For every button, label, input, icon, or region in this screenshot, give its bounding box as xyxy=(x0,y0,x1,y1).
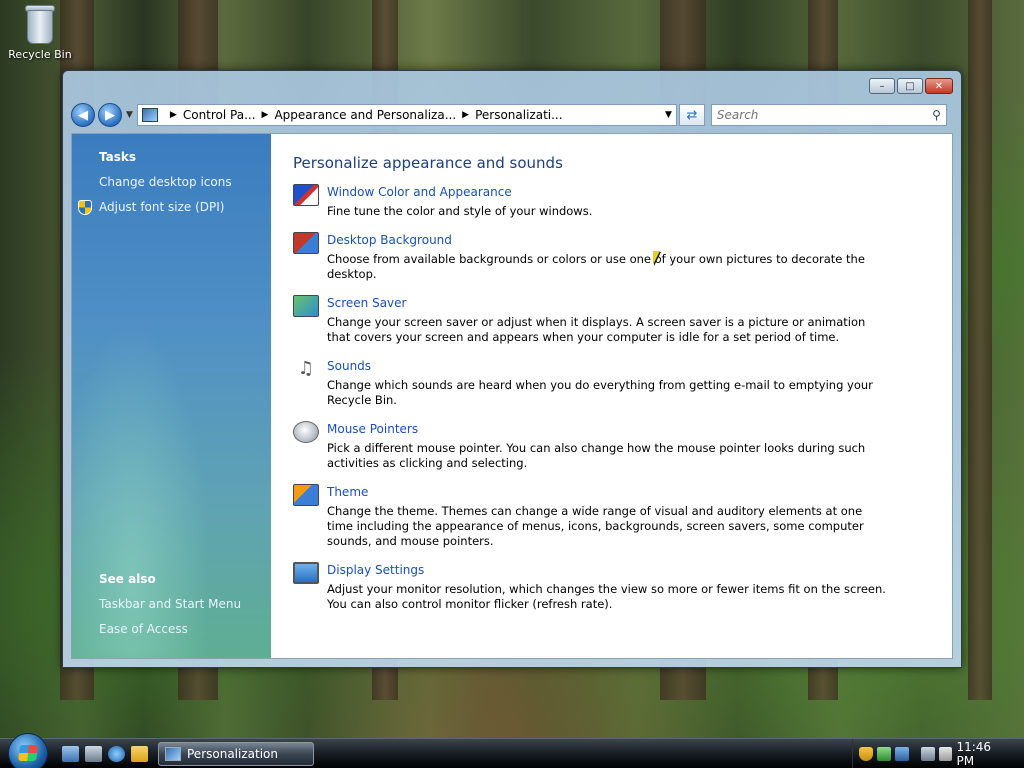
window-color-link[interactable]: Window Color and Appearance xyxy=(327,184,887,200)
recycle-bin-desktop-icon[interactable]: Recycle Bin xyxy=(6,2,74,61)
theme-icon xyxy=(293,484,319,506)
list-item: Display Settings Adjust your monitor res… xyxy=(293,562,952,612)
main-panel: Personalize appearance and sounds Window… xyxy=(271,134,952,658)
breadcrumb-personalization[interactable]: Personalizati... xyxy=(475,108,562,122)
windows-logo-icon xyxy=(18,745,38,761)
maximize-button[interactable]: □ xyxy=(897,78,923,94)
control-panel-icon xyxy=(141,108,158,122)
theme-link[interactable]: Theme xyxy=(327,484,887,500)
taskbar: Personalization 11:46 PM xyxy=(0,733,1024,768)
adjust-font-size-link[interactable]: Adjust font size (DPI) xyxy=(99,200,224,214)
item-description: Fine tune the color and style of your wi… xyxy=(327,204,593,218)
refresh-icon: ⇄ xyxy=(686,107,698,123)
search-icon[interactable]: ⚲ xyxy=(932,108,941,122)
quick-launch xyxy=(62,746,148,762)
uac-shield-icon xyxy=(78,200,92,215)
address-dropdown-icon[interactable]: ▼ xyxy=(665,110,672,120)
volume-muted-icon[interactable] xyxy=(938,747,953,761)
desktop-background-icon xyxy=(293,232,319,254)
display-settings-link[interactable]: Display Settings xyxy=(327,562,887,578)
chevron-right-icon[interactable]: ▶ xyxy=(170,110,177,120)
network-icon[interactable] xyxy=(920,747,935,761)
switch-windows-icon[interactable] xyxy=(85,746,102,762)
update-icon[interactable] xyxy=(876,747,891,761)
breadcrumb-appearance[interactable]: Appearance and Personaliza... xyxy=(274,108,456,122)
change-desktop-icons-link[interactable]: Change desktop icons xyxy=(99,175,232,189)
mouse-cursor-icon xyxy=(653,251,665,265)
taskbar-start-menu-link[interactable]: Taskbar and Start Menu xyxy=(99,597,241,611)
recycle-bin-icon xyxy=(23,2,57,46)
item-description: Change the theme. Themes can change a wi… xyxy=(327,504,864,548)
screen-saver-icon xyxy=(293,295,319,317)
caption-buttons: – □ ✕ xyxy=(869,78,953,94)
list-item: ♫ Sounds Change which sounds are heard w… xyxy=(293,358,952,408)
back-button[interactable]: ◀ xyxy=(71,103,95,127)
item-description: Adjust your monitor resolution, which ch… xyxy=(327,582,886,611)
clock[interactable]: 11:46 PM xyxy=(956,740,1012,768)
recent-pages-dropdown[interactable]: ▼ xyxy=(126,110,133,120)
content-area: Tasks Change desktop icons Adjust font s… xyxy=(71,133,953,659)
media-player-icon[interactable] xyxy=(131,746,148,762)
start-button[interactable] xyxy=(8,733,48,768)
list-item: Theme Change the theme. Themes can chang… xyxy=(293,484,952,549)
address-bar[interactable]: ▶ Control Pa... ▶ Appearance and Persona… xyxy=(136,104,677,126)
item-description: Change which sounds are heard when you d… xyxy=(327,378,873,407)
chevron-right-icon[interactable]: ▶ xyxy=(462,110,469,120)
control-panel-icon xyxy=(165,747,181,761)
screen-saver-link[interactable]: Screen Saver xyxy=(327,295,887,311)
wallpaper-trunk xyxy=(968,0,992,700)
list-item: Window Color and Appearance Fine tune th… xyxy=(293,184,952,219)
search-box: ⚲ xyxy=(710,104,947,126)
recycle-bin-label: Recycle Bin xyxy=(8,48,72,61)
list-item: Desktop Background Choose from available… xyxy=(293,232,952,282)
windows-defender-icon[interactable] xyxy=(894,747,909,761)
internet-explorer-icon[interactable] xyxy=(108,746,125,762)
taskbar-button-personalization[interactable]: Personalization xyxy=(158,742,314,766)
see-also-heading: See also xyxy=(99,572,156,586)
forward-button[interactable]: ▶ xyxy=(98,103,122,127)
minimize-button[interactable]: – xyxy=(869,78,895,94)
ease-of-access-link[interactable]: Ease of Access xyxy=(99,622,188,636)
window-color-icon xyxy=(293,184,319,206)
refresh-button[interactable]: ⇄ xyxy=(678,104,705,126)
back-arrow-icon: ◀ xyxy=(78,107,88,123)
personalization-window: – □ ✕ ◀ ▶ ▼ ▶ Control Pa... ▶ Appearance… xyxy=(62,70,962,668)
close-button[interactable]: ✕ xyxy=(925,78,953,94)
taskbar-button-label: Personalization xyxy=(187,747,278,761)
item-description: Pick a different mouse pointer. You can … xyxy=(327,441,866,470)
search-input[interactable] xyxy=(716,108,933,122)
list-item: Screen Saver Change your screen saver or… xyxy=(293,295,952,345)
mouse-icon xyxy=(293,421,319,443)
chevron-right-icon[interactable]: ▶ xyxy=(262,110,269,120)
sounds-link[interactable]: Sounds xyxy=(327,358,887,374)
desktop-background-link[interactable]: Desktop Background xyxy=(327,232,887,248)
security-shield-icon[interactable] xyxy=(859,747,873,761)
item-description: Choose from available backgrounds or col… xyxy=(327,252,865,281)
breadcrumb-control-panel[interactable]: Control Pa... xyxy=(183,108,256,122)
task-pane: Tasks Change desktop icons Adjust font s… xyxy=(72,134,271,658)
list-item: Mouse Pointers Pick a different mouse po… xyxy=(293,421,952,471)
item-description: Change your screen saver or adjust when … xyxy=(327,315,866,344)
navigation-bar: ◀ ▶ ▼ ▶ Control Pa... ▶ Appearance and P… xyxy=(71,101,953,129)
sounds-icon: ♫ xyxy=(297,358,315,379)
show-desktop-icon[interactable] xyxy=(62,746,79,762)
mouse-pointers-link[interactable]: Mouse Pointers xyxy=(327,421,887,437)
system-tray: 11:46 PM xyxy=(852,739,1024,768)
forward-arrow-icon: ▶ xyxy=(105,107,115,123)
page-title: Personalize appearance and sounds xyxy=(293,154,563,172)
display-settings-icon xyxy=(293,562,319,584)
tasks-heading: Tasks xyxy=(99,150,137,164)
